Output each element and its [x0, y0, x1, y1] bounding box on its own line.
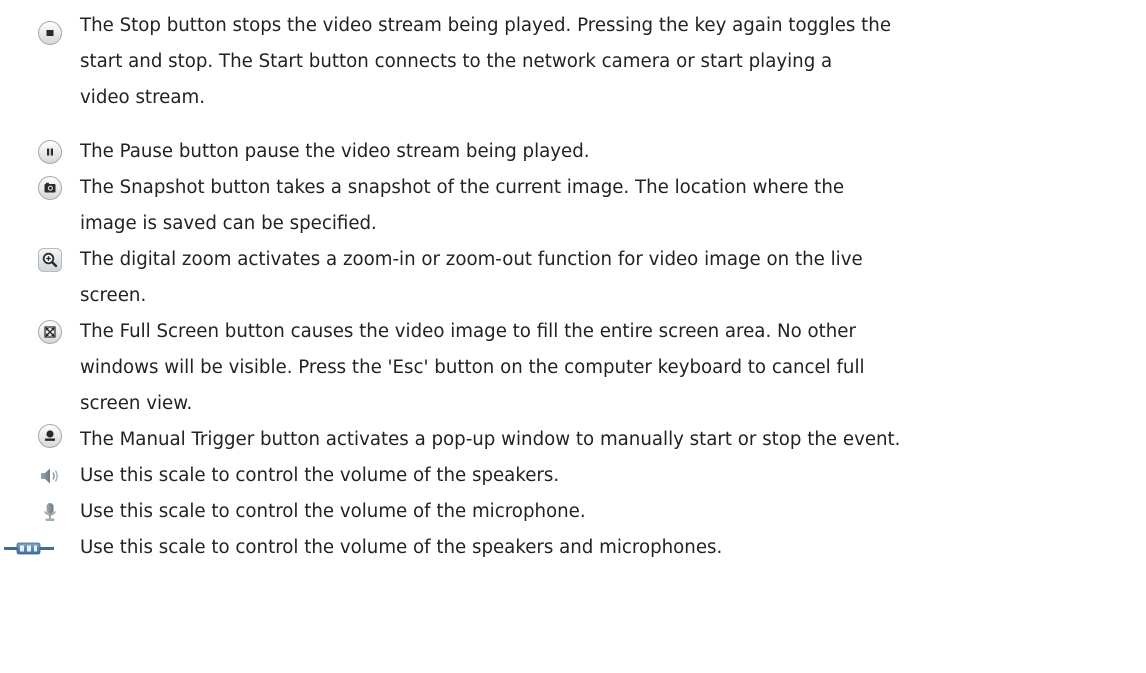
speaker-volume-icon	[37, 463, 63, 489]
item-text: The Full Screen button causes the video …	[80, 321, 865, 414]
snapshot-camera-icon	[37, 175, 63, 201]
microphone-volume-icon	[37, 499, 63, 525]
item-text: Use this scale to control the volume of …	[80, 537, 723, 558]
pause-icon	[37, 139, 63, 165]
item-text: Use this scale to control the volume of …	[80, 501, 586, 522]
digital-zoom-icon	[37, 247, 63, 273]
manual-trigger-icon	[37, 423, 63, 449]
item-text: The Pause button pause the video stream …	[80, 141, 590, 162]
item-text: The digital zoom activates a zoom-in or …	[80, 249, 863, 306]
full-screen-icon	[37, 319, 63, 345]
item-text: Use this scale to control the volume of …	[80, 465, 560, 486]
item-text: The Manual Trigger button activates a po…	[80, 429, 901, 450]
item-text: The Snapshot button takes a snapshot of …	[80, 177, 845, 234]
volume-scale-slider-icon	[0, 535, 66, 561]
item-text: The Stop button stops the video stream b…	[80, 15, 892, 108]
stop-icon	[37, 20, 63, 46]
